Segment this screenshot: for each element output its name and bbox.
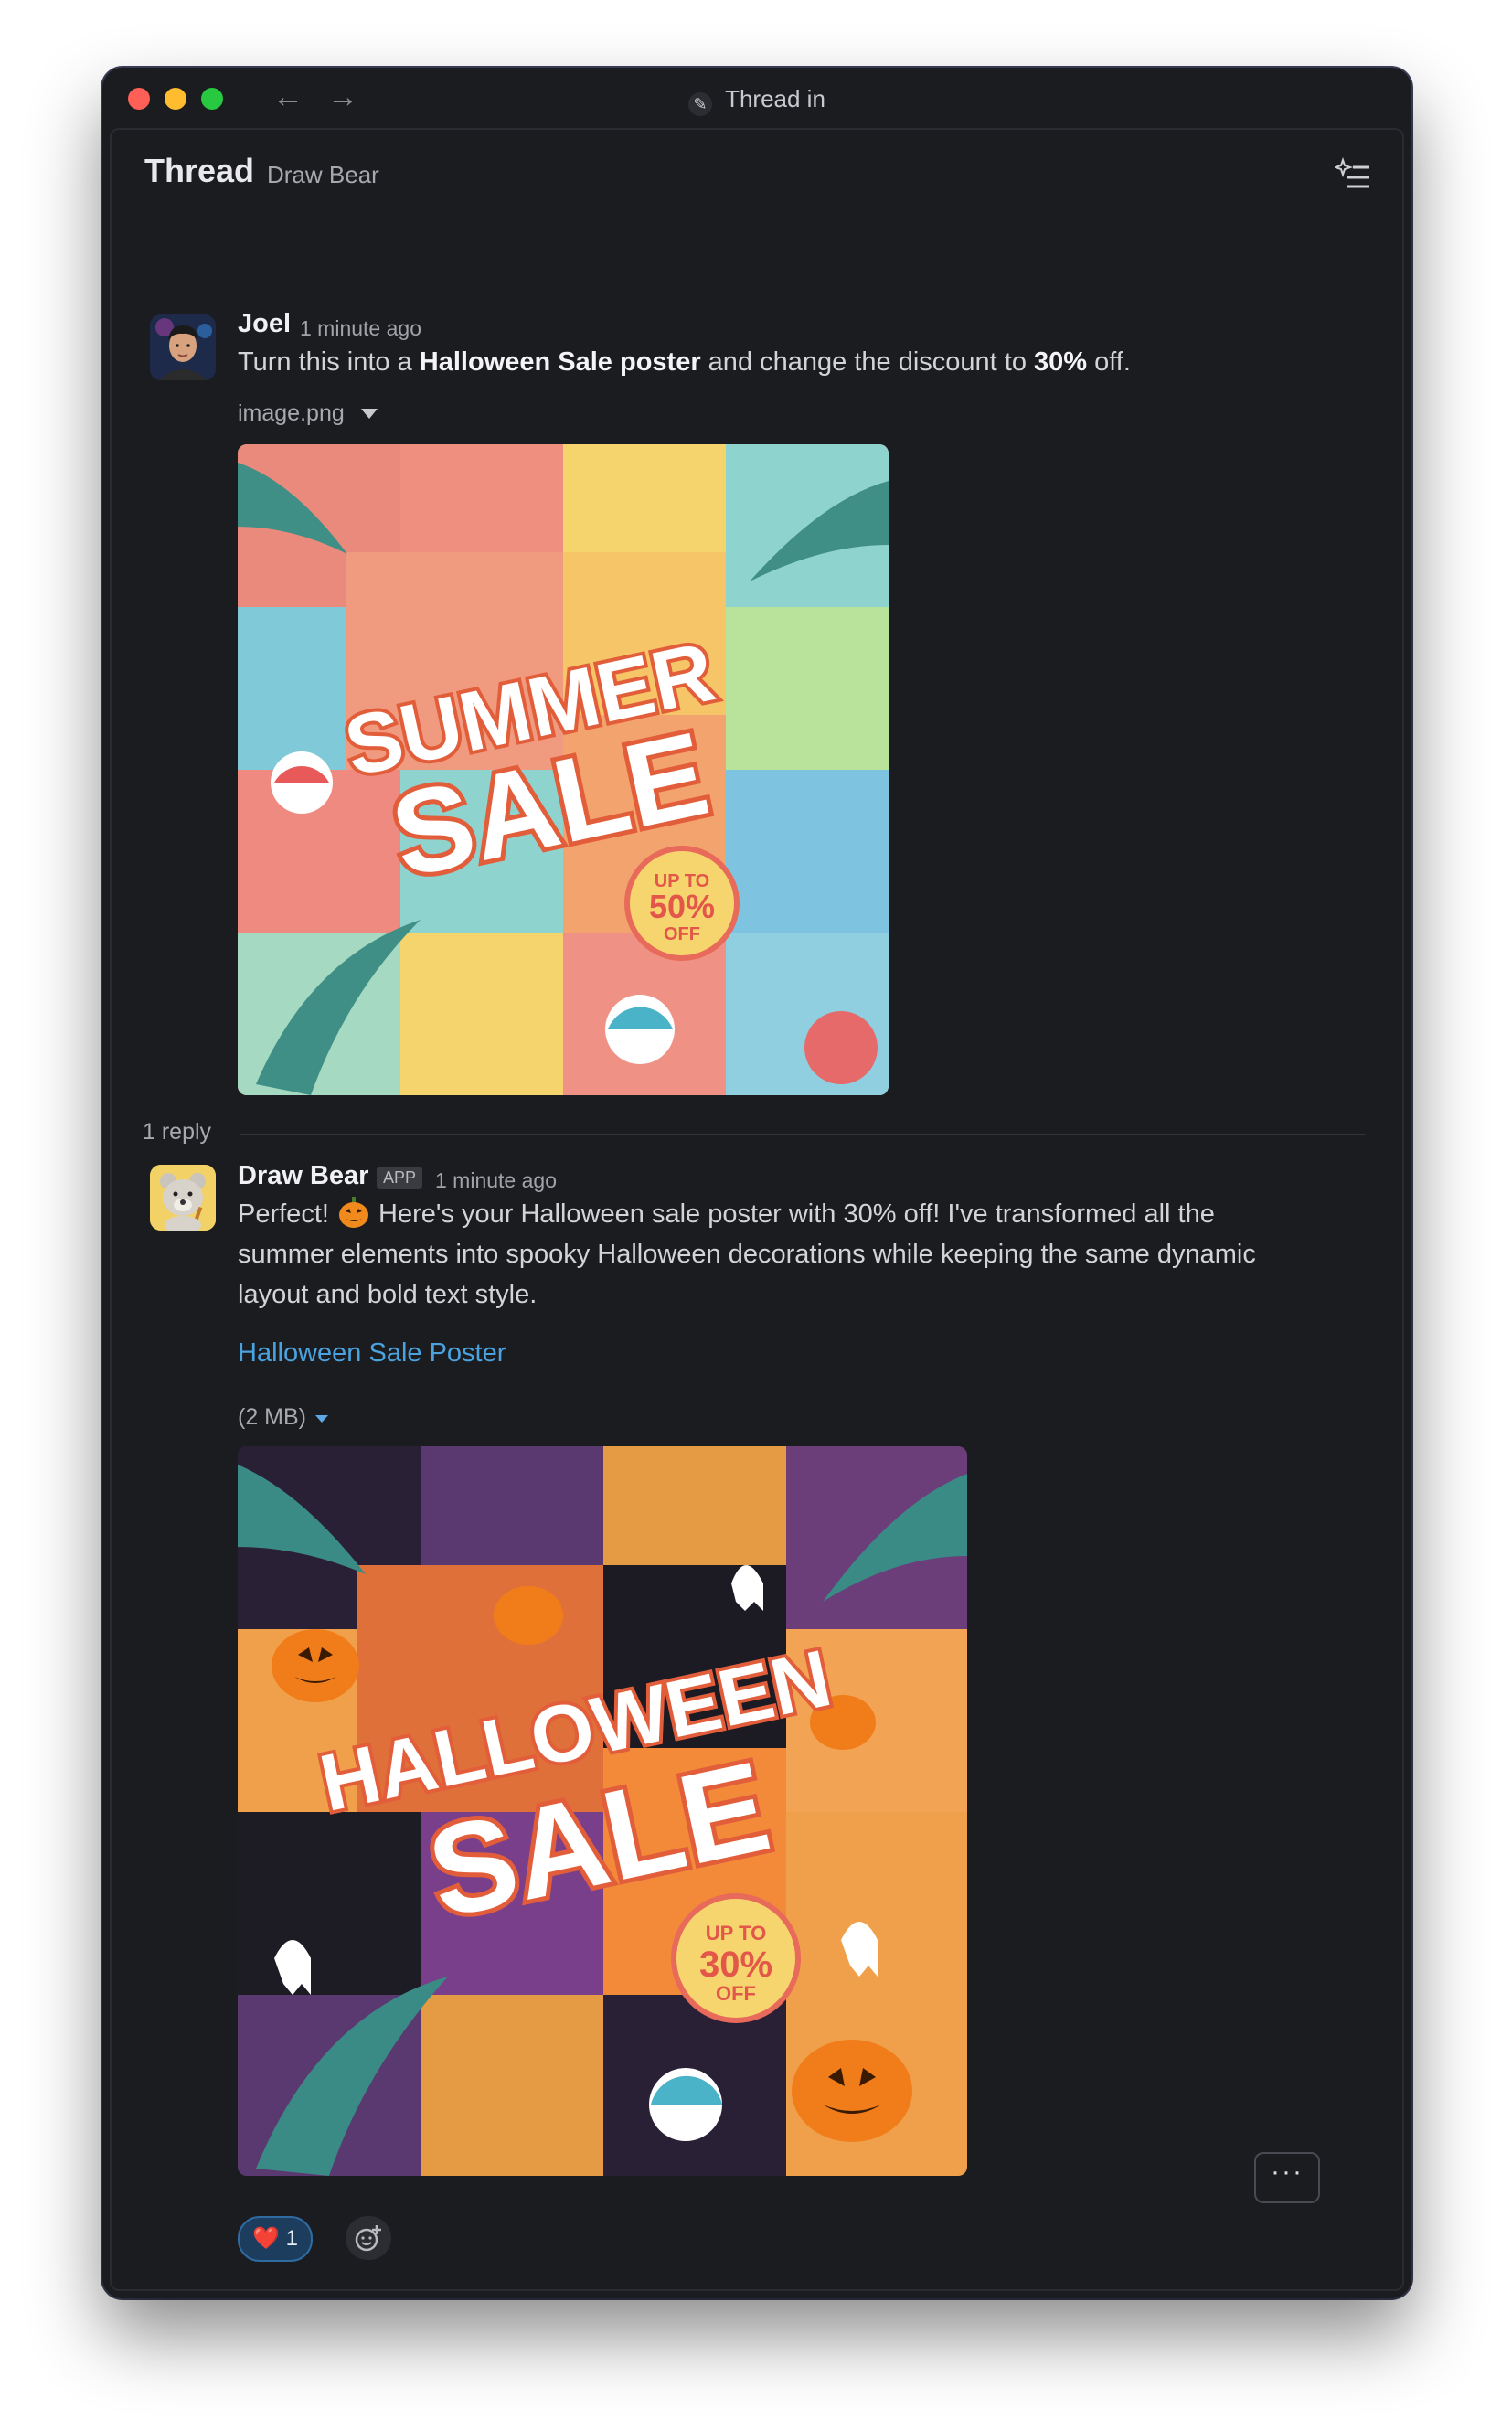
replies-divider [240,1134,1366,1135]
reply-count: 1 reply [143,1119,212,1145]
halloween-badge-upto: UP TO [706,1922,766,1945]
file-name[interactable]: image.png [238,400,378,427]
summer-poster-art: SUMMER SALE UP TO 50% OFF [238,444,889,1095]
heart-emoji-icon: ❤️ [252,2226,280,2251]
title-bar: ← → ✎ Thread in [102,68,1411,128]
reaction-count: 1 [285,2226,298,2251]
bear-icon [150,1165,216,1231]
message-author[interactable]: Joel [238,309,291,339]
workspace-icon: ✎ [688,92,713,116]
chevron-down-icon[interactable] [315,1415,328,1423]
thread-panel: Thread Draw Bear Joel 1 minute ago Turn … [110,128,1404,2291]
app-window: ← → ✎ Thread in Thread Draw Bear Joel 1 … [102,68,1411,2298]
halloween-poster-link[interactable]: Halloween Sale Poster [238,1338,506,1369]
thread-channel: Draw Bear [267,161,379,188]
app-badge: APP [377,1167,423,1189]
halloween-sale-image[interactable]: HALLOWEEN SALE UP TO 30% OFF [238,1446,967,2176]
halloween-poster-art: HALLOWEEN SALE UP TO 30% OFF [238,1446,967,2176]
message-text: Perfect! Here's your Halloween sale post… [238,1194,1316,1315]
avatar-draw-bear[interactable] [150,1165,216,1231]
file-size[interactable]: (2 MB) [238,1404,328,1431]
summer-sale-image[interactable]: SUMMER SALE UP TO 50% OFF [238,444,889,1095]
thread-title: Thread [144,152,255,189]
add-reaction-icon [355,2225,381,2252]
message-line-3: layout and bold text style. [238,1280,538,1309]
more-actions-button[interactable]: ··· [1254,2152,1320,2203]
summer-badge-percent: 50% [649,888,715,925]
message-line-1: Perfect! Here's your Halloween sale post… [238,1194,1316,1234]
message-author[interactable]: Draw Bear [238,1161,368,1191]
summer-badge-off: OFF [664,924,700,944]
chevron-down-icon[interactable] [360,409,378,419]
heart-reaction[interactable]: ❤️ 1 [238,2216,313,2262]
halloween-badge-off: OFF [716,1982,756,2005]
pumpkin-emoji-icon [336,1195,371,1230]
joel-photo [150,314,216,380]
message-time[interactable]: 1 minute ago [435,1168,557,1193]
message-time[interactable]: 1 minute ago [300,316,421,341]
message-text: Turn this into a Halloween Sale poster a… [238,347,1131,377]
message-line-2: summer elements into spooky Halloween de… [238,1240,1256,1269]
window-title: ✎ Thread in [102,80,1411,117]
avatar-joel[interactable] [150,314,216,380]
thread-options-icon[interactable] [1335,155,1371,192]
add-reaction-button[interactable] [346,2216,391,2260]
halloween-badge-percent: 30% [699,1945,772,1985]
